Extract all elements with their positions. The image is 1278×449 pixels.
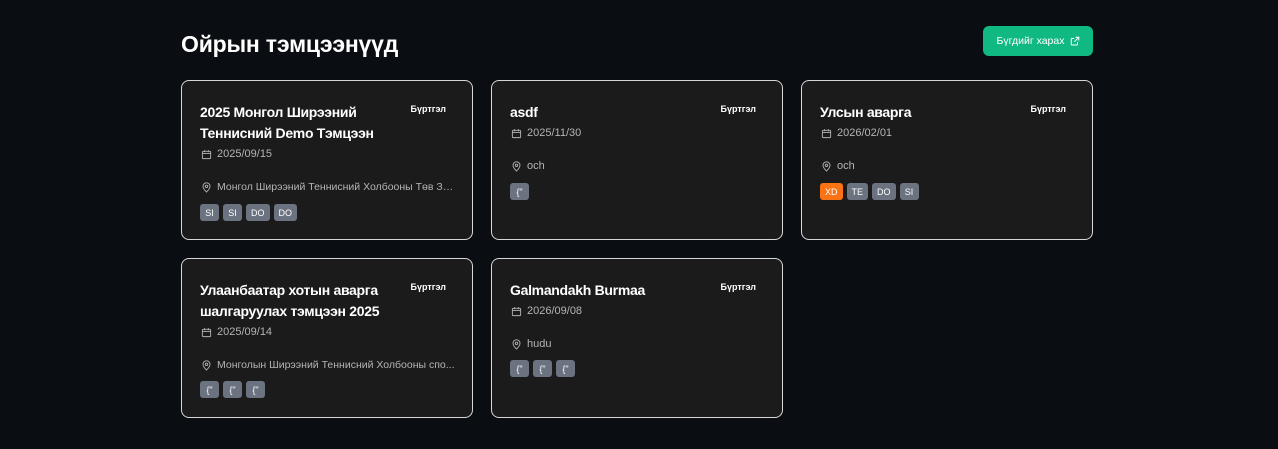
event-tag: DO bbox=[246, 204, 270, 221]
tournament-date: 2025/11/30 bbox=[511, 127, 581, 139]
tournament-location: Монгол Ширээний Теннисний Холбооны Төв З… bbox=[201, 181, 457, 193]
date-text: 2026/09/08 bbox=[527, 305, 583, 317]
event-tag: {" bbox=[510, 360, 529, 377]
event-tag: SI bbox=[899, 183, 919, 200]
status-badge: Бүртгэл bbox=[720, 282, 756, 292]
event-tag: TE bbox=[846, 183, 869, 200]
event-tags: {" bbox=[510, 183, 529, 200]
event-tag: {" bbox=[556, 360, 575, 377]
tournament-location: Монголын Ширээний Теннисний Холбооны спо… bbox=[201, 359, 455, 371]
tournament-card[interactable]: asdf Бүртгэл 2025/11/30 och {" bbox=[491, 80, 783, 240]
external-link-icon bbox=[1070, 36, 1079, 46]
tournament-title: asdf bbox=[510, 104, 538, 120]
tournament-card[interactable]: 2025 Монгол Ширээний Теннисний Demo Тэмц… bbox=[181, 80, 473, 240]
status-badge: Бүртгэл bbox=[410, 282, 446, 292]
tournament-location: hudu bbox=[511, 338, 551, 350]
tournament-date: 2026/02/01 bbox=[821, 127, 892, 139]
event-tags: SI SI DO DO bbox=[200, 204, 297, 221]
event-tag: {" bbox=[533, 360, 552, 377]
tournament-card[interactable]: Улсын аварга Бүртгэл 2026/02/01 och XD T… bbox=[801, 80, 1093, 240]
status-badge: Бүртгэл bbox=[720, 104, 756, 114]
map-pin-icon bbox=[822, 160, 831, 172]
date-text: 2025/09/15 bbox=[217, 148, 273, 160]
map-pin-icon bbox=[512, 160, 521, 172]
location-text: Монгол Ширээний Теннисний Холбооны Төв З… bbox=[217, 181, 457, 193]
event-tag: SI bbox=[223, 204, 242, 221]
page-title: Ойрын тэмцээнүүд bbox=[181, 31, 399, 57]
tournament-title: Улсын аварга bbox=[820, 104, 912, 120]
status-badge: Бүртгэл bbox=[410, 104, 446, 114]
tournament-date: 2025/09/15 bbox=[201, 148, 272, 160]
tournament-location: och bbox=[821, 160, 855, 172]
calendar-icon bbox=[511, 128, 522, 138]
tournament-date: 2025/09/14 bbox=[201, 326, 272, 338]
tournament-title: Galmandakh Burmaa bbox=[510, 282, 645, 298]
calendar-icon bbox=[201, 149, 212, 159]
event-tag: DO bbox=[273, 204, 297, 221]
tournament-title: Улаанбаатар хотын аварга шалгаруулах тэм… bbox=[200, 282, 380, 319]
tournament-date: 2026/09/08 bbox=[511, 305, 582, 317]
view-all-button[interactable]: Бүгдийг харах bbox=[983, 26, 1093, 56]
view-all-label: Бүгдийг харах bbox=[996, 35, 1065, 47]
tournament-title: 2025 Монгол Ширээний Теннисний Demo Тэмц… bbox=[200, 104, 374, 141]
tournament-card[interactable]: Улаанбаатар хотын аварга шалгаруулах тэм… bbox=[181, 258, 473, 418]
location-text: Монголын Ширээний Теннисний Холбооны спо… bbox=[217, 359, 455, 371]
status-badge: Бүртгэл bbox=[1030, 104, 1066, 114]
event-tag: DO bbox=[872, 183, 896, 200]
calendar-icon bbox=[511, 306, 522, 316]
date-text: 2025/09/14 bbox=[217, 326, 273, 338]
calendar-icon bbox=[201, 327, 212, 337]
event-tags: {" {" {" bbox=[200, 381, 265, 398]
event-tag: {" bbox=[223, 381, 242, 398]
location-text: och bbox=[837, 160, 855, 172]
map-pin-icon bbox=[202, 181, 211, 193]
event-tag: SI bbox=[200, 204, 219, 221]
event-tags: {" {" {" bbox=[510, 360, 575, 377]
tournament-location: och bbox=[511, 160, 545, 172]
calendar-icon bbox=[821, 128, 832, 138]
date-text: 2025/11/30 bbox=[527, 127, 582, 139]
event-tag: XD bbox=[820, 183, 843, 200]
location-text: och bbox=[527, 160, 545, 172]
map-pin-icon bbox=[202, 359, 211, 371]
event-tag: {" bbox=[510, 183, 529, 200]
tournament-card[interactable]: Galmandakh Burmaa Бүртгэл 2026/09/08 hud… bbox=[491, 258, 783, 418]
event-tags: XD TE DO SI bbox=[820, 183, 919, 200]
event-tag: {" bbox=[200, 381, 219, 398]
location-text: hudu bbox=[527, 338, 552, 350]
date-text: 2026/02/01 bbox=[837, 127, 893, 139]
map-pin-icon bbox=[512, 338, 521, 350]
event-tag: {" bbox=[246, 381, 265, 398]
